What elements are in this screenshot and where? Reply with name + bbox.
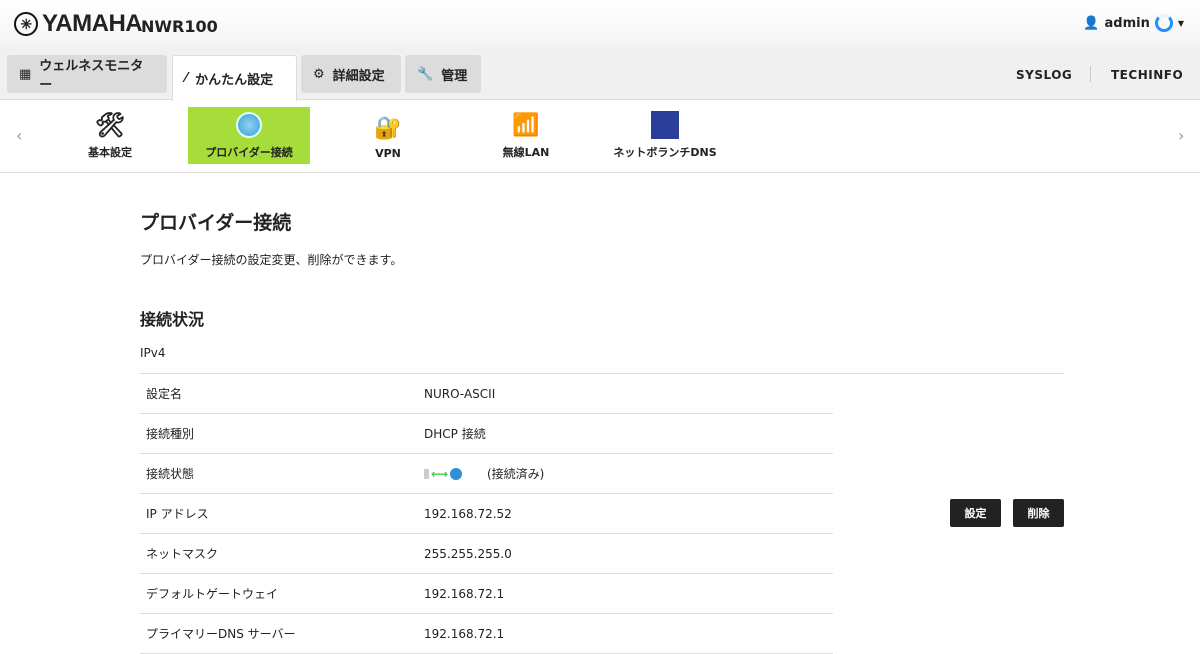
tools-icon: 🛠	[94, 111, 126, 139]
row-value: DHCP 接続	[424, 427, 486, 441]
subnav-netvolante-dns[interactable]: ネットボランチDNS	[604, 107, 726, 164]
tab-management[interactable]: 🔧 管理	[405, 55, 481, 93]
username: admin	[1104, 15, 1150, 31]
row-value: 192.168.72.1	[424, 626, 505, 641]
tuning-fork-icon: ✳	[14, 12, 38, 36]
subnav-label: 基本設定	[88, 146, 132, 159]
row-label: IP アドレス	[146, 507, 209, 521]
sub-navigation: ‹ 🛠 基本設定 プロバイダー接続 🔐 VPN 📶 無線LAN ネットボランチDNS …	[0, 100, 1200, 173]
table-row: ネットマスク 255.255.255.0	[140, 534, 833, 574]
tab-label: 詳細設定	[332, 68, 385, 84]
subnav-label: 無線LAN	[502, 146, 550, 159]
status-table: 設定名 NURO-ASCII 接続種別 DHCP 接続 接続状態 ⟷ (接続済み) IP…	[140, 374, 1064, 654]
subnav-basic-settings[interactable]: 🛠 基本設定	[49, 107, 171, 164]
row-value: 255.255.255.0	[424, 546, 512, 561]
row-label: 接続状態	[146, 467, 195, 481]
globe-icon	[234, 110, 264, 140]
subnav-label: ネットボランチDNS	[613, 146, 717, 159]
table-row: 接続状態 ⟷ (接続済み)	[140, 454, 833, 494]
main-tabs: ▦ ウェルネスモニター ⁄ かんたん設定 ⚙ 詳細設定 🔧 管理 SYSLOG TECH…	[0, 46, 1200, 101]
user-icon: 👤	[1083, 15, 1100, 31]
table-row: 設定名 NURO-ASCII	[140, 374, 833, 414]
row-label: デフォルトゲートウェイ	[146, 587, 279, 601]
ip-version-label: IPv4	[140, 346, 166, 360]
main-content: プロバイダー接続 プロバイダー接続の設定変更、削除ができます。 接続状況 IPv…	[140, 200, 1064, 654]
subnav-label: VPN	[375, 147, 401, 160]
table-row: プライマリーDNS サーバー 192.168.72.1	[140, 614, 833, 654]
model-name: NWR100	[141, 17, 218, 36]
settings-button[interactable]: 設定	[950, 499, 1001, 527]
tab-label: かんたん設定	[195, 73, 274, 88]
subnav-label: プロバイダー接続	[205, 146, 293, 159]
wrench-icon: 🔧	[417, 66, 434, 82]
wifi-icon: 📶	[512, 112, 540, 138]
dashboard-icon: ▦	[19, 66, 32, 82]
status-ring-icon	[1154, 14, 1173, 32]
section-title: 接続状況	[140, 310, 205, 329]
user-menu[interactable]: 👤 admin ▼	[1083, 14, 1184, 32]
techinfo-link[interactable]: TECHINFO	[1111, 68, 1183, 82]
page-description: プロバイダー接続の設定変更、削除ができます。	[140, 253, 403, 267]
ddns-service-icon	[650, 110, 680, 140]
table-row: 接続種別 DHCP 接続	[140, 414, 833, 454]
subnav-vpn[interactable]: 🔐 VPN	[327, 107, 449, 164]
header: ✳ YAMAHA NWR100 👤 admin ▼	[0, 0, 1200, 46]
tab-label: 管理	[441, 68, 468, 84]
tab-advanced-settings[interactable]: ⚙ 詳細設定	[301, 55, 401, 93]
tab-easy-setup[interactable]: ⁄ かんたん設定	[172, 55, 297, 101]
subnav-provider-connection[interactable]: プロバイダー接続	[188, 107, 310, 164]
chevron-right-icon[interactable]: ›	[1178, 126, 1184, 145]
row-value: 192.168.72.1	[424, 586, 505, 601]
subnav-wireless-lan[interactable]: 📶 無線LAN	[465, 107, 587, 164]
row-value: 192.168.72.52	[424, 506, 512, 521]
row-label: 設定名	[146, 387, 183, 401]
tab-wellness-monitor[interactable]: ▦ ウェルネスモニター	[7, 55, 167, 93]
table-row: IP アドレス 192.168.72.52	[140, 494, 833, 534]
row-label: プライマリーDNS サーバー	[146, 627, 296, 641]
connected-icon: ⟷	[424, 467, 487, 481]
row-label: ネットマスク	[146, 547, 219, 561]
magic-wand-icon: ⁄	[185, 71, 188, 86]
row-value: (接続済み)	[487, 467, 545, 481]
row-label: 接続種別	[146, 427, 195, 441]
brand: YAMAHA	[42, 10, 143, 37]
yamaha-logo: ✳ YAMAHA	[14, 10, 143, 38]
lock-icon: 🔐	[374, 115, 402, 141]
caret-down-icon: ▼	[1177, 18, 1184, 28]
divider	[1090, 66, 1091, 82]
syslog-link[interactable]: SYSLOG	[1016, 68, 1072, 82]
row-value: NURO-ASCII	[424, 386, 496, 401]
tab-label: ウェルネスモニター	[39, 59, 144, 93]
chevron-left-icon[interactable]: ‹	[16, 126, 22, 145]
table-row: デフォルトゲートウェイ 192.168.72.1	[140, 574, 833, 614]
delete-button[interactable]: 削除	[1013, 499, 1064, 527]
gear-icon: ⚙	[313, 66, 325, 82]
page-title: プロバイダー接続	[140, 212, 292, 234]
